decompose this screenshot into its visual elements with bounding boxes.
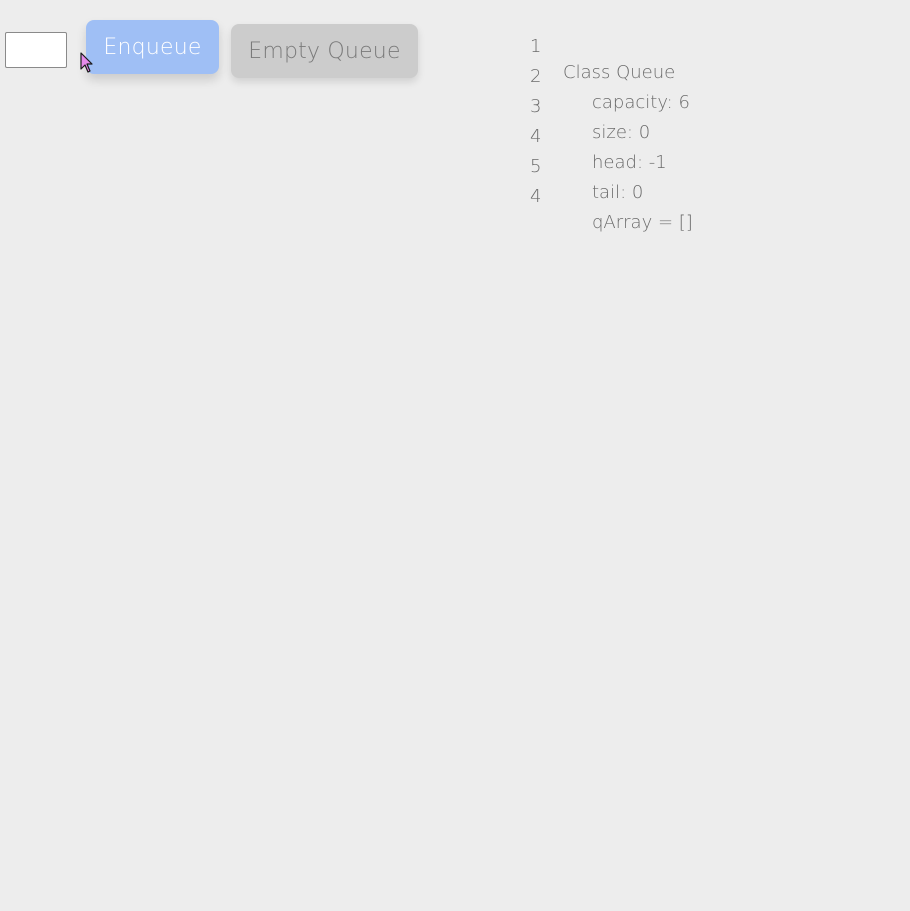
code-text: qArray = [] (592, 212, 693, 233)
queue-class-code: 1 Class Queue 2 capacity: 6 3 size: 0 4 … (520, 8, 820, 233)
empty-queue-button[interactable]: Empty Queue (231, 24, 418, 78)
code-line: 2 capacity: 6 (520, 38, 820, 113)
code-line: 1 Class Queue (520, 8, 820, 83)
code-line: 5 tail: 0 (520, 128, 820, 203)
pointer-cursor-icon (80, 52, 93, 73)
code-line: 4 head: -1 (520, 98, 820, 173)
queue-visualizer-page: Enqueue Empty Queue 1 Class Queue 2 capa… (0, 0, 910, 911)
line-number: 4 (530, 186, 542, 207)
code-line: 4 qArray = [] (520, 158, 820, 233)
code-line: 3 size: 0 (520, 68, 820, 143)
enqueue-value-input[interactable] (5, 32, 67, 68)
enqueue-button[interactable]: Enqueue (86, 20, 219, 74)
